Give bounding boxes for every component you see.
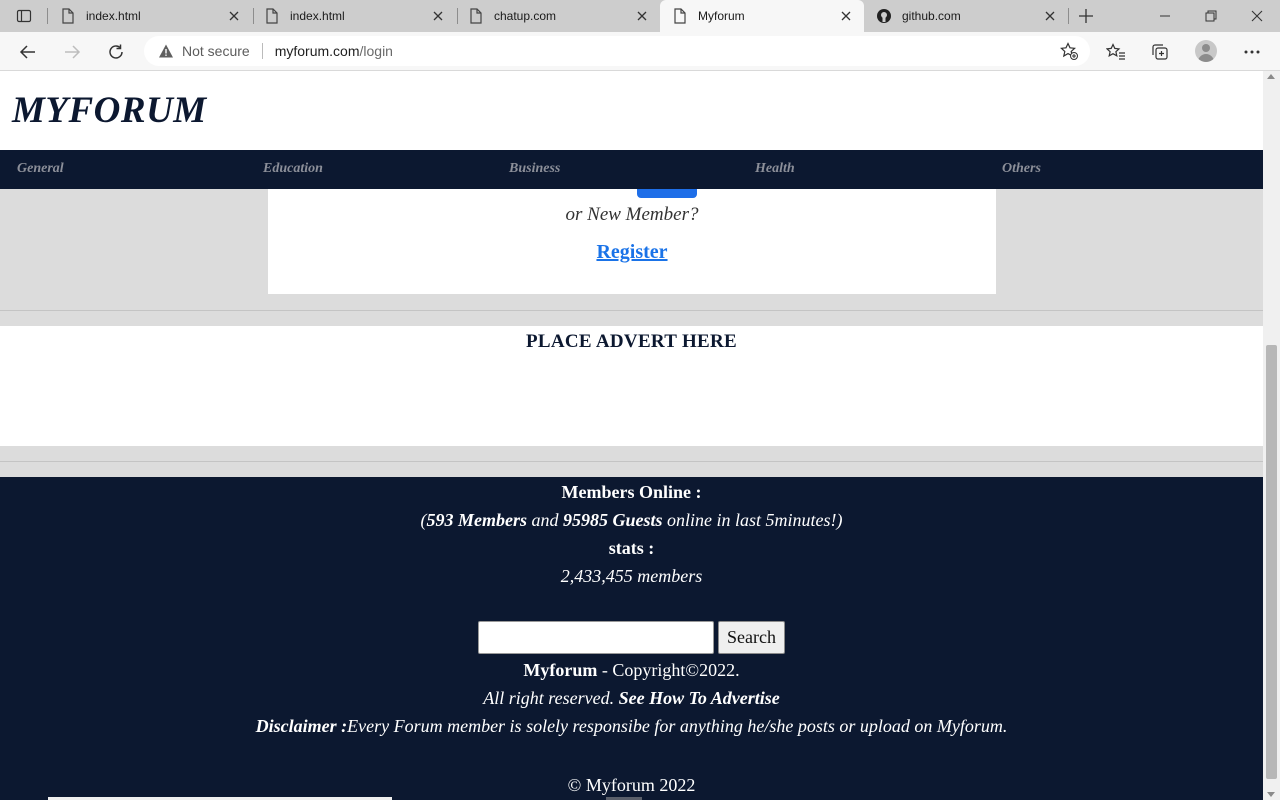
copyright-line: Myforum - Copyright©2022. <box>0 660 1263 681</box>
url-text[interactable]: myforum.com/login <box>275 43 393 59</box>
close-icon[interactable] <box>634 8 650 24</box>
nav-item-health[interactable]: Health <box>755 161 795 177</box>
address-separator <box>261 43 263 59</box>
register-link-text[interactable]: Register <box>596 241 667 263</box>
warning-icon[interactable] <box>158 43 174 59</box>
browser-tab-bar: index.html index.html chatup.com Myforum… <box>0 0 1280 32</box>
and-text: and <box>527 510 563 530</box>
page-viewport: MYFORUM General Education Business Healt… <box>0 71 1263 800</box>
stats-label: stats : <box>608 538 655 558</box>
members-online-label: Members Online : <box>561 482 702 502</box>
login-card: or New Member? Register <box>268 189 996 294</box>
tab-separator <box>1068 8 1069 24</box>
restore-icon[interactable] <box>1188 0 1234 32</box>
profile-avatar[interactable] <box>1195 40 1217 62</box>
page-icon <box>468 8 484 24</box>
minimize-icon[interactable] <box>1142 0 1188 32</box>
scrollbar-thumb[interactable] <box>1266 345 1277 779</box>
tab-index-1[interactable]: index.html <box>48 0 252 32</box>
site-footer: Members Online : (593 Members and 95985 … <box>0 477 1263 800</box>
new-member-text: or New Member? <box>565 204 699 225</box>
nav-item-business[interactable]: Business <box>509 161 560 177</box>
close-icon[interactable] <box>430 8 446 24</box>
total-members: 2,433,455 members <box>560 566 703 586</box>
disclaimer-label: Disclaimer : <box>255 716 348 736</box>
search-input[interactable] <box>478 621 714 654</box>
nav-item-others[interactable]: Others <box>1002 161 1041 177</box>
tab-title: github.com <box>902 9 961 23</box>
tab-title: chatup.com <box>494 9 557 23</box>
tab-actions-icon[interactable] <box>8 4 40 28</box>
close-icon[interactable] <box>226 8 242 24</box>
nav-item-education[interactable]: Education <box>263 161 323 177</box>
tab-title: index.html <box>86 9 141 23</box>
tab-github[interactable]: github.com <box>864 0 1068 32</box>
copyright-text: - Copyright©2022. <box>597 660 740 680</box>
url-host: myforum.com <box>274 43 360 59</box>
refresh-icon[interactable] <box>102 38 130 66</box>
new-tab-icon[interactable] <box>1074 4 1098 28</box>
online-suffix: online in last 5minutes!) <box>662 510 843 530</box>
favorites-icon[interactable] <box>1102 38 1130 66</box>
members-count: 593 Members <box>426 510 528 530</box>
add-favorite-icon[interactable] <box>1060 42 1078 60</box>
page-icon <box>60 8 76 24</box>
scroll-up-icon[interactable] <box>1267 74 1275 79</box>
back-icon[interactable] <box>14 38 42 66</box>
more-options-icon[interactable] <box>1238 38 1266 66</box>
advert-section: PLACE ADVERT HERE <box>0 326 1263 446</box>
advertise-link[interactable]: See How To Advertise <box>619 688 780 708</box>
bottom-copyright: © Myforum 2022 <box>567 775 696 795</box>
category-nav: General Education Business Health Others <box>0 150 1263 189</box>
divider <box>0 310 1263 311</box>
browser-toolbar: Not secure myforum.com/login <box>0 32 1280 71</box>
page-scrollbar[interactable] <box>1263 71 1280 800</box>
page-icon <box>672 8 688 24</box>
collections-icon[interactable] <box>1146 38 1174 66</box>
disclaimer-text: Every Forum member is solely responsibe … <box>347 716 1008 736</box>
window-close-icon[interactable] <box>1234 0 1280 32</box>
divider <box>0 461 1263 462</box>
site-header: MYFORUM <box>0 71 1263 150</box>
page-icon <box>264 8 280 24</box>
url-path: /login <box>359 43 393 59</box>
forward-icon[interactable] <box>58 38 86 66</box>
site-logo[interactable]: MYFORUM <box>12 89 207 132</box>
search-button[interactable]: Search <box>718 621 785 654</box>
rights-line: All right reserved. See How To Advertise <box>0 688 1263 709</box>
tab-title: index.html <box>290 9 345 23</box>
scroll-down-icon[interactable] <box>1267 792 1275 797</box>
disclaimer-line: Disclaimer :Every Forum member is solely… <box>0 716 1263 737</box>
login-button[interactable] <box>637 189 697 198</box>
tab-index-2[interactable]: index.html <box>252 0 456 32</box>
tab-chatup[interactable]: chatup.com <box>456 0 660 32</box>
advert-title: PLACE ADVERT HERE <box>525 331 737 352</box>
close-icon[interactable] <box>1042 8 1058 24</box>
tab-myforum[interactable]: Myforum <box>660 0 864 32</box>
security-label: Not secure <box>182 43 250 59</box>
close-icon[interactable] <box>838 8 854 24</box>
tab-title: Myforum <box>698 9 745 23</box>
online-summary: (593 Members and 95985 Guests online in … <box>0 510 1263 531</box>
address-bar[interactable]: Not secure myforum.com/login <box>144 36 1090 66</box>
nav-item-general[interactable]: General <box>17 161 64 177</box>
footer-brand: Myforum <box>523 660 598 680</box>
rights-text: All right reserved. <box>483 688 619 708</box>
register-link: Register <box>268 241 996 264</box>
github-icon <box>876 8 892 24</box>
guests-count: 95985 Guests <box>563 510 663 530</box>
